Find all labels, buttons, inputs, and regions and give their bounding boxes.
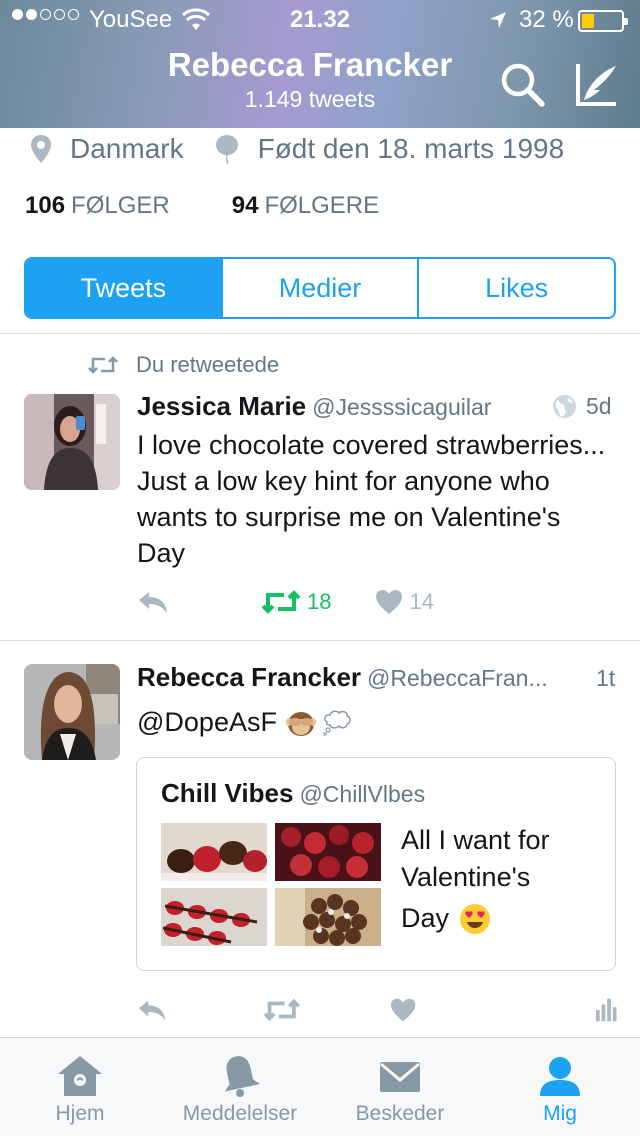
quoted-photo[interactable] (275, 888, 381, 946)
envelope-icon (380, 1062, 420, 1092)
divider (0, 640, 640, 641)
location-arrow-icon (490, 12, 506, 28)
following-link[interactable]: 106 FØLGER (25, 192, 170, 220)
like-button[interactable]: 14 (375, 589, 434, 615)
tab-home-label: Hjem (55, 1102, 105, 1125)
quoted-photo[interactable] (161, 823, 267, 881)
reply-icon[interactable] (137, 997, 167, 1023)
following-count: 106 (25, 192, 66, 219)
reply-icon[interactable] (137, 589, 169, 615)
profile-tabs: Tweets Medier Likes (24, 257, 616, 319)
quoted-author-handle: @ChillVlbes (299, 781, 426, 807)
search-icon[interactable] (498, 60, 546, 108)
status-bar: YouSee 21.32 32 % (0, 0, 640, 40)
mention-link[interactable]: @DopeAsF (137, 704, 277, 740)
avatar[interactable] (24, 394, 120, 490)
tweet-time: 5d (586, 393, 612, 419)
tweet-author-handle[interactable]: @RebeccaFran... (367, 665, 548, 691)
globe-icon (553, 395, 576, 418)
followers-link[interactable]: 94 FØLGERE (232, 192, 379, 220)
quoted-tweet-text: All I want for Valentine's Day (401, 822, 591, 937)
tab-messages-label: Beskeder (355, 1102, 445, 1125)
avatar[interactable] (24, 664, 120, 760)
retweet-button[interactable]: 18 (261, 589, 331, 615)
tweet-author-name[interactable]: Jessica Marie (137, 391, 306, 421)
tweet-author-handle[interactable]: @Jessssicaguilar (312, 394, 491, 420)
retweet-count: 18 (307, 589, 332, 614)
quoted-text-line: All I want for (401, 825, 550, 855)
like-count: 14 (409, 589, 434, 614)
retweet-icon[interactable] (263, 997, 300, 1023)
person-icon (540, 1057, 580, 1096)
followers-label: FØLGERE (264, 192, 380, 219)
tweet-body: @DopeAsF (137, 704, 607, 740)
tab-tweets[interactable]: Tweets (26, 259, 223, 317)
battery-icon (578, 10, 628, 32)
battery-percent: 32 % (519, 6, 574, 33)
heart-icon[interactable] (390, 997, 416, 1023)
location-pin-icon (31, 135, 51, 163)
tweet-actions (137, 997, 617, 1023)
profile-birthday: Født den 18. marts 1998 (257, 133, 565, 164)
quoted-text-line: Valentine's (401, 862, 531, 892)
heart-eyes-emoji-icon (460, 903, 491, 934)
quoted-text-line: Day (401, 900, 591, 937)
quoted-photo[interactable] (275, 823, 381, 881)
quoted-tweet[interactable]: Chill Vibes @ChillVlbes All I want for V… (136, 757, 616, 971)
tweet-header: Jessica Marie @Jessssicaguilar (137, 391, 491, 422)
profile-location: Danmark (70, 133, 184, 164)
tweet-text: I love chocolate covered strawberries...… (137, 430, 606, 568)
retweet-note-text: Du retweetede (136, 352, 280, 377)
tweet-actions: 18 14 (137, 589, 434, 615)
bell-icon (224, 1056, 261, 1097)
divider (0, 333, 640, 334)
tab-me[interactable]: Mig (500, 1038, 620, 1136)
home-icon (58, 1056, 102, 1096)
tab-media[interactable]: Medier (222, 259, 420, 317)
tab-likes[interactable]: Likes (419, 259, 614, 317)
bottom-tab-bar: Hjem Meddelelser Beskeder Mig (0, 1037, 640, 1136)
retweet-icon (88, 356, 118, 374)
compose-tweet-icon[interactable] (570, 60, 622, 108)
profile-header: YouSee 21.32 32 % Rebecca Francker 1.149… (0, 0, 640, 128)
quoted-text-last: Day (401, 903, 450, 933)
tab-messages[interactable]: Beskeder (340, 1038, 460, 1136)
heart-icon (376, 590, 403, 614)
analytics-icon[interactable] (595, 998, 617, 1022)
thought-bubble-icon (323, 710, 351, 736)
follow-counts: 106 FØLGER 94 FØLGERE (25, 192, 379, 220)
balloon-icon (215, 135, 238, 164)
retweet-icon (261, 590, 301, 614)
quoted-tweet-header: Chill Vibes @ChillVlbes (161, 778, 425, 809)
tweet-time: 1t (596, 665, 616, 691)
quoted-author-name: Chill Vibes (161, 778, 294, 808)
tab-notifications[interactable]: Meddelelser (170, 1038, 310, 1136)
quoted-photo[interactable] (161, 888, 267, 946)
tab-notifications-label: Meddelelser (182, 1102, 298, 1125)
tab-me-label: Mig (543, 1102, 577, 1125)
tweet-author-name[interactable]: Rebecca Francker (137, 662, 361, 692)
following-label: FØLGER (71, 192, 170, 219)
see-no-evil-monkey-icon (285, 712, 316, 736)
retweet-indicator: Du retweetede (88, 352, 279, 378)
profile-meta: Danmark Født den 18. marts 1998 (30, 133, 564, 165)
followers-count: 94 (231, 192, 259, 219)
tweet-header: Rebecca Francker @RebeccaFran... (137, 662, 548, 693)
tab-home[interactable]: Hjem (20, 1038, 140, 1136)
